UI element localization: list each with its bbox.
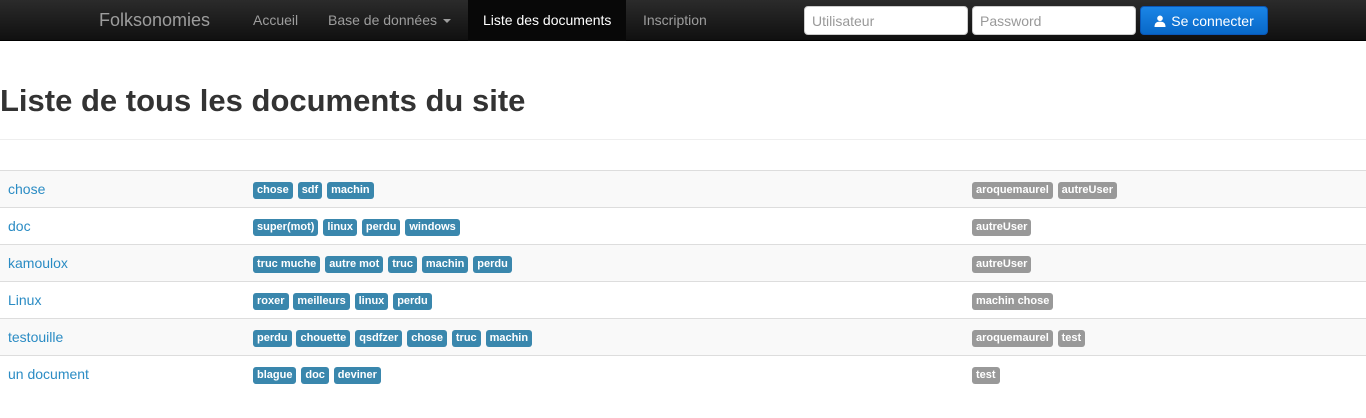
- nav-item-label: Accueil: [253, 12, 299, 28]
- tag-badge[interactable]: roxer: [253, 292, 289, 310]
- document-users-cell: autreUser: [964, 208, 1366, 245]
- brand-link[interactable]: Folksonomies: [99, 0, 210, 41]
- table-row: chose chose sdf machin aroquemaurel autre…: [0, 170, 1366, 208]
- user-badge[interactable]: autreUser: [972, 255, 1032, 273]
- nav-item-liste-des-documents[interactable]: Liste des documents: [468, 0, 627, 41]
- document-tags-cell: super(mot) linux perdu windows: [245, 208, 964, 245]
- document-users-cell: machin chose: [964, 282, 1366, 319]
- tag-badge[interactable]: autre mot: [325, 255, 384, 273]
- user-badge[interactable]: aroquemaurel: [972, 329, 1053, 347]
- document-tags-cell: truc muche autre mot truc machin perdu: [245, 245, 964, 282]
- document-link[interactable]: testouille: [8, 329, 63, 345]
- tag-badge[interactable]: deviner: [333, 366, 381, 384]
- tag-badge[interactable]: machin: [421, 255, 469, 273]
- document-link[interactable]: kamoulox: [8, 255, 68, 271]
- user-badge[interactable]: aroquemaurel: [972, 181, 1053, 199]
- tag-badge[interactable]: windows: [405, 218, 460, 236]
- document-link[interactable]: Linux: [8, 292, 41, 308]
- document-name-cell: chose: [0, 171, 245, 208]
- nav-item-base-de-donnees[interactable]: Base de données: [313, 0, 466, 41]
- document-tags-cell: chose sdf machin: [245, 171, 964, 208]
- tag-badge[interactable]: perdu: [361, 218, 401, 236]
- tag-badge[interactable]: truc: [451, 329, 481, 347]
- navbar: Folksonomies Accueil Base de données Lis…: [0, 0, 1366, 41]
- table-row: Linux roxer meilleurs linux perdu machin …: [0, 281, 1366, 319]
- chevron-down-icon: [442, 19, 451, 24]
- user-badge[interactable]: machin chose: [972, 292, 1054, 310]
- tag-badge[interactable]: machin: [327, 181, 374, 199]
- documents-table-body: chose chose sdf machin aroquemaurel autre…: [0, 170, 1366, 393]
- nav-item-inscription[interactable]: Inscription: [628, 0, 722, 41]
- tag-badge[interactable]: chose: [407, 329, 447, 347]
- document-name-cell: kamoulox: [0, 245, 245, 282]
- login-button-label: Se connecter: [1171, 12, 1254, 29]
- tag-badge[interactable]: machin: [485, 329, 533, 347]
- table-row: un document blague doc deviner test: [0, 355, 1366, 393]
- user-badge[interactable]: autreUser: [1057, 181, 1117, 199]
- user-icon: [1154, 15, 1166, 27]
- document-tags-cell: blague doc deviner: [245, 356, 964, 393]
- document-users-cell: aroquemaurel test: [964, 319, 1366, 356]
- tag-badge[interactable]: perdu: [253, 329, 292, 347]
- table-row: kamoulox truc muche autre mot truc machin…: [0, 244, 1366, 282]
- tag-badge[interactable]: blague: [253, 366, 297, 384]
- document-users-cell: test: [964, 356, 1366, 393]
- document-users-cell: autreUser: [964, 245, 1366, 282]
- tag-badge[interactable]: linux: [323, 218, 358, 236]
- nav-item-label: Base de données: [328, 12, 437, 28]
- tag-badge[interactable]: qsdfzer: [355, 329, 403, 347]
- tag-badge[interactable]: chouette: [296, 329, 351, 347]
- documents-table: chose chose sdf machin aroquemaurel autre…: [0, 170, 1366, 393]
- document-name-cell: Linux: [0, 282, 245, 319]
- tag-badge[interactable]: chose: [253, 181, 293, 199]
- page-title: Liste de tous les documents du site: [0, 83, 526, 118]
- document-name-cell: un document: [0, 356, 245, 393]
- tag-badge[interactable]: perdu: [473, 255, 512, 273]
- tag-badge[interactable]: doc: [301, 366, 329, 384]
- table-row: testouille perdu chouette qsdfzer chose t…: [0, 318, 1366, 356]
- tag-badge[interactable]: linux: [354, 292, 389, 310]
- document-link[interactable]: chose: [8, 181, 45, 197]
- nav-item-accueil[interactable]: Accueil: [238, 0, 313, 41]
- login-button[interactable]: Se connecter: [1140, 6, 1268, 35]
- nav-item-label: Inscription: [643, 12, 707, 28]
- document-link[interactable]: doc: [8, 218, 31, 234]
- user-badge[interactable]: test: [1057, 329, 1086, 347]
- tag-badge[interactable]: super(mot): [253, 218, 319, 236]
- document-name-cell: doc: [0, 208, 245, 245]
- tag-badge[interactable]: meilleurs: [293, 292, 350, 310]
- tag-badge[interactable]: truc: [388, 255, 417, 273]
- page-header: Liste de tous les documents du site: [0, 82, 1366, 140]
- document-name-cell: testouille: [0, 319, 245, 356]
- document-tags-cell: perdu chouette qsdfzer chose truc machin: [245, 319, 964, 356]
- password-input[interactable]: [972, 6, 1136, 35]
- document-link[interactable]: un document: [8, 366, 89, 382]
- document-users-cell: aroquemaurel autreUser: [964, 171, 1366, 208]
- tag-badge[interactable]: truc muche: [253, 255, 321, 273]
- username-input[interactable]: [804, 6, 968, 35]
- table-row: doc super(mot) linux perdu windows autreU…: [0, 207, 1366, 245]
- nav-item-label: Liste des documents: [483, 12, 612, 28]
- tag-badge[interactable]: sdf: [297, 181, 323, 199]
- document-tags-cell: roxer meilleurs linux perdu: [245, 282, 964, 319]
- user-badge[interactable]: test: [972, 366, 1000, 384]
- user-badge[interactable]: autreUser: [972, 218, 1032, 236]
- tag-badge[interactable]: perdu: [393, 292, 432, 310]
